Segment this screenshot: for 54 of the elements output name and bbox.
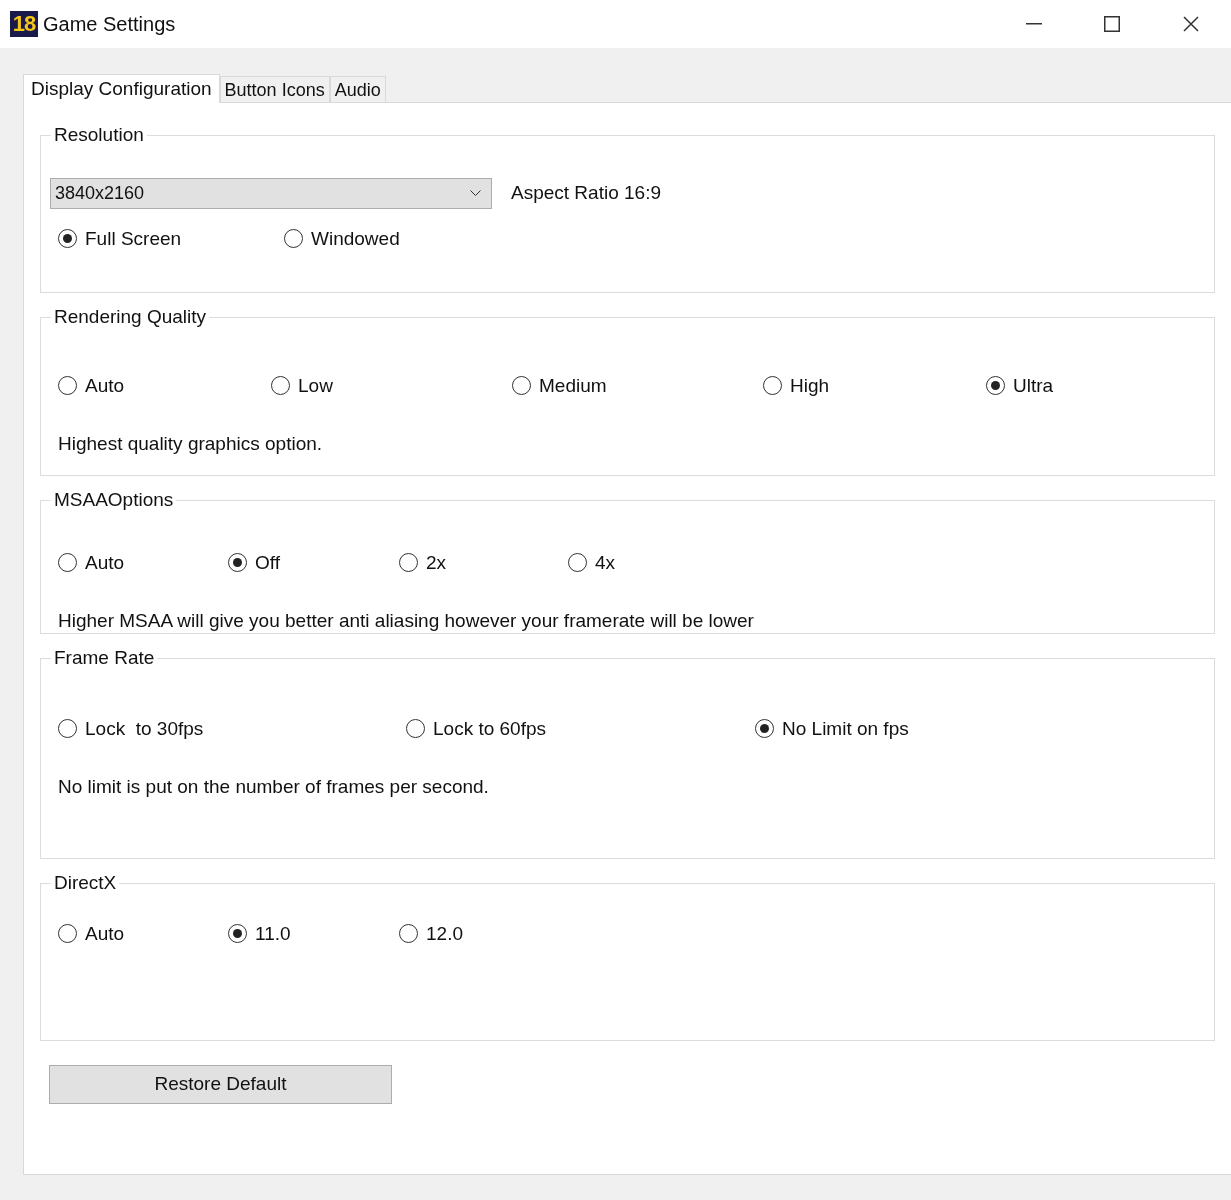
aspect-ratio-label: Aspect Ratio 16:9: [511, 180, 661, 205]
radio-label[interactable]: Low: [298, 371, 333, 400]
tab[interactable]: Display Configuration: [23, 74, 220, 103]
tab[interactable]: Audio: [329, 76, 386, 102]
radio-label[interactable]: Lock to 30fps: [85, 714, 204, 743]
minimize-icon[interactable]: [1026, 23, 1042, 25]
group-title: Rendering Quality: [53, 305, 208, 329]
group-title: Frame Rate: [53, 646, 156, 670]
radio-label[interactable]: Windowed: [311, 224, 400, 253]
radio-label[interactable]: Off: [255, 548, 280, 577]
radio-button[interactable]: [58, 376, 77, 396]
radio-button[interactable]: [58, 229, 77, 249]
description-text: No limit is put on the number of frames per second.: [58, 775, 490, 799]
close-icon[interactable]: [1183, 16, 1199, 32]
radio-label[interactable]: Auto: [85, 371, 125, 400]
radio-button[interactable]: [284, 229, 303, 249]
radio-button[interactable]: [755, 719, 774, 739]
radio-button[interactable]: [228, 553, 247, 573]
radio-button[interactable]: [271, 376, 290, 396]
radio-label[interactable]: High: [790, 371, 830, 400]
radio-button[interactable]: [58, 553, 77, 573]
radio-label[interactable]: 2x: [426, 548, 447, 577]
group-title: Resolution: [53, 123, 145, 147]
radio-button[interactable]: [58, 719, 77, 739]
radio-button[interactable]: [228, 924, 247, 944]
radio-label[interactable]: Lock to 60fps: [433, 714, 547, 743]
maximize-icon[interactable]: [1104, 16, 1120, 32]
group-title: DirectX: [53, 871, 118, 895]
description-text: Higher MSAA will give you better anti aliasing however your framerate will be lower: [58, 609, 755, 633]
window-title: Game Settings: [43, 12, 176, 37]
radio-label[interactable]: Medium: [539, 371, 607, 400]
description-text: Highest quality graphics option.: [58, 432, 324, 456]
radio-label[interactable]: Auto: [85, 919, 125, 948]
radio-button[interactable]: [406, 719, 425, 739]
radio-label[interactable]: Auto: [85, 548, 125, 577]
radio-label[interactable]: 12.0: [426, 919, 463, 948]
radio-label[interactable]: No Limit on fps: [782, 714, 909, 743]
group-title: MSAAOptions: [53, 488, 175, 512]
tab[interactable]: Button Icons: [219, 76, 330, 102]
radio-button[interactable]: [568, 553, 587, 573]
radio-button[interactable]: [512, 376, 531, 396]
radio-label[interactable]: Full Screen: [85, 224, 182, 253]
radio-button[interactable]: [58, 924, 77, 944]
chevron-down-icon: [470, 190, 481, 196]
radio-button[interactable]: [763, 376, 782, 396]
app-logo: 18: [10, 11, 38, 37]
radio-button[interactable]: [986, 376, 1005, 396]
radio-label[interactable]: Ultra: [1013, 371, 1054, 400]
radio-button[interactable]: [399, 553, 418, 573]
resolution-dropdown[interactable]: 3840x2160: [50, 177, 492, 209]
restore-default-button[interactable]: Restore Default: [49, 1065, 392, 1104]
radio-label[interactable]: 11.0: [255, 919, 291, 948]
radio-button[interactable]: [399, 924, 418, 944]
radio-label[interactable]: 4x: [595, 548, 616, 577]
